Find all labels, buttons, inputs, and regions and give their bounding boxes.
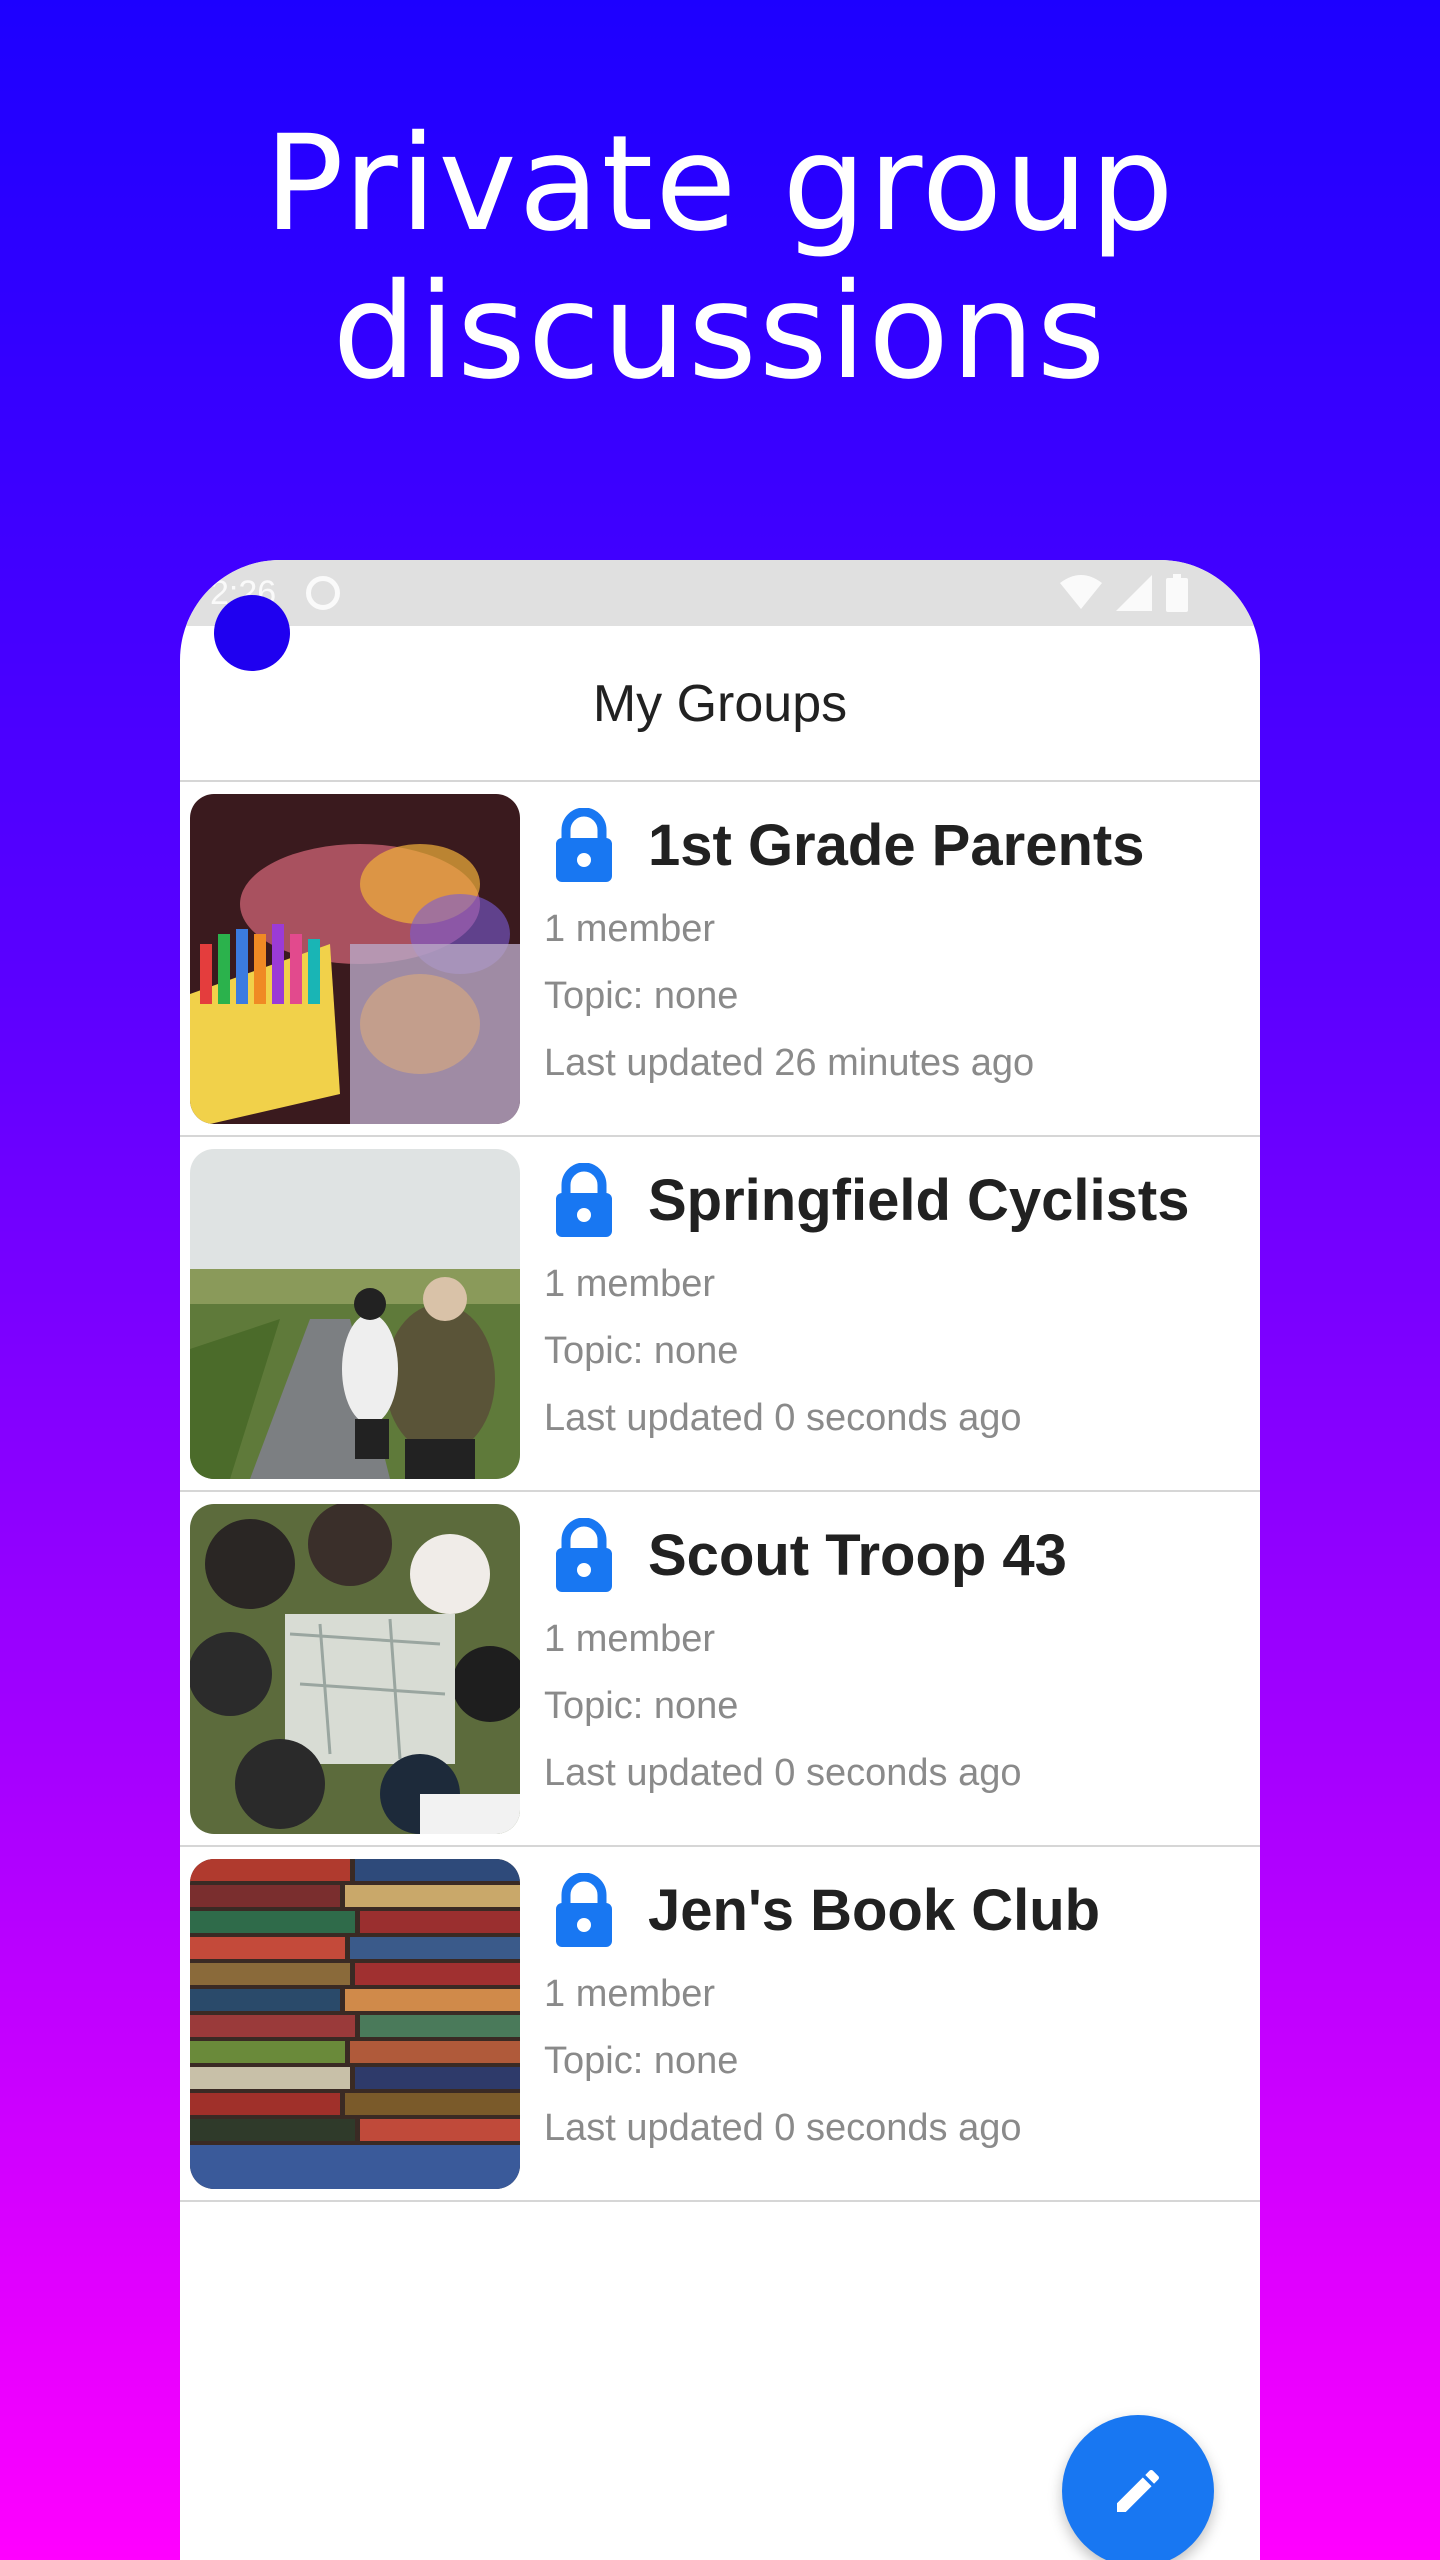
wifi-icon bbox=[1060, 575, 1102, 609]
group-name: Scout Troop 43 bbox=[648, 1523, 1067, 1588]
member-count: 1 member bbox=[544, 1618, 716, 1660]
group-row-springfield-cyclists[interactable]: Springfield Cyclists 1 member Topic: non… bbox=[180, 1137, 1260, 1492]
last-updated: Last updated 0 seconds ago bbox=[544, 2107, 1022, 2149]
notification-icon bbox=[306, 576, 340, 610]
lock-icon bbox=[552, 1518, 616, 1592]
phone-frame: 2:26 My Groups 1st Grade Parents 1 membe… bbox=[180, 560, 1260, 2560]
group-topic: Topic: none bbox=[544, 2040, 739, 2082]
last-updated: Last updated 0 seconds ago bbox=[544, 1752, 1022, 1794]
cyclists-photo bbox=[190, 1149, 520, 1479]
group-topic: Topic: none bbox=[544, 1685, 739, 1727]
lock-icon bbox=[552, 1163, 616, 1237]
member-count: 1 member bbox=[544, 908, 716, 950]
member-count: 1 member bbox=[544, 1263, 716, 1305]
group-row-jens-book-club[interactable]: Jen's Book Club 1 member Topic: none Las… bbox=[180, 1847, 1260, 2202]
app-bar: My Groups bbox=[180, 626, 1260, 782]
group-topic: Topic: none bbox=[544, 1330, 739, 1372]
group-name: Jen's Book Club bbox=[648, 1878, 1101, 1943]
member-count: 1 member bbox=[544, 1973, 716, 2015]
headline-line-1: Private group bbox=[264, 107, 1176, 261]
cell-signal-icon bbox=[1116, 575, 1152, 611]
group-name: 1st Grade Parents bbox=[648, 813, 1145, 878]
headline: Private group discussions bbox=[0, 110, 1440, 406]
lock-icon bbox=[552, 1873, 616, 1947]
books-photo bbox=[190, 1859, 520, 2189]
scouts-map-photo bbox=[190, 1504, 520, 1834]
lock-icon bbox=[552, 808, 616, 882]
group-name: Springfield Cyclists bbox=[648, 1168, 1190, 1233]
group-row-scout-troop-43[interactable]: Scout Troop 43 1 member Topic: none Last… bbox=[180, 1492, 1260, 1847]
pencil-icon bbox=[1117, 2469, 1160, 2512]
headline-line-2: discussions bbox=[332, 255, 1108, 409]
group-topic: Topic: none bbox=[544, 975, 739, 1017]
last-updated: Last updated 0 seconds ago bbox=[544, 1397, 1022, 1439]
status-bar: 2:26 bbox=[180, 560, 1260, 626]
group-row-1st-grade-parents[interactable]: 1st Grade Parents 1 member Topic: none L… bbox=[180, 782, 1260, 1137]
battery-icon bbox=[1166, 574, 1188, 612]
compose-button[interactable] bbox=[1062, 2415, 1214, 2560]
group-list: 1st Grade Parents 1 member Topic: none L… bbox=[180, 782, 1260, 2202]
status-icons bbox=[1060, 574, 1188, 612]
page-title: My Groups bbox=[592, 675, 848, 733]
crayons-photo bbox=[190, 794, 520, 1124]
last-updated: Last updated 26 minutes ago bbox=[544, 1042, 1035, 1084]
